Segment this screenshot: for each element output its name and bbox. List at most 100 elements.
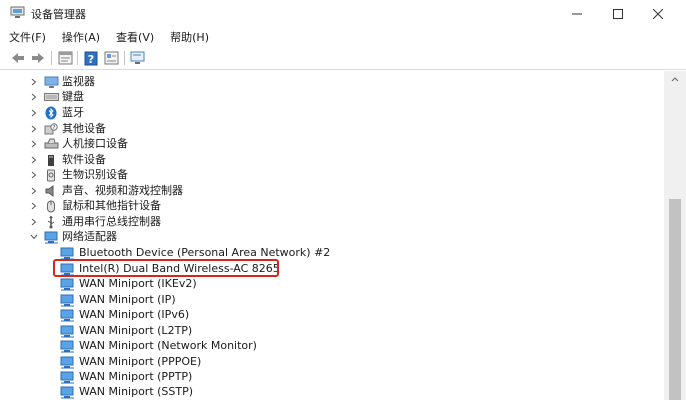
tree-item-monitors[interactable]: 监视器: [0, 74, 664, 90]
tree-item-bluetooth[interactable]: 蓝牙: [0, 105, 664, 121]
network-adapter-label: WAN Miniport (IP): [79, 293, 176, 306]
menu-help[interactable]: 帮助(H): [170, 29, 209, 45]
network-adapter-icon: [59, 262, 75, 276]
tree-item-label: 键盘: [62, 90, 84, 103]
toolbar: ?: [0, 46, 686, 70]
network-adapter-label: WAN Miniport (IPv6): [79, 308, 190, 321]
help-icon[interactable]: ?: [82, 49, 100, 67]
network-adapter-icon: [59, 277, 75, 291]
close-button[interactable]: [638, 0, 678, 27]
usb-icon: [43, 215, 59, 229]
network-adapter-label: WAN Miniport (IKEv2): [79, 277, 197, 290]
tree-item-label: 声音、视频和游戏控制器: [62, 184, 183, 197]
tree-item-biometric[interactable]: 生物识别设备: [0, 167, 664, 183]
network-adapter-label: WAN Miniport (PPPOE): [79, 355, 202, 368]
chevron-right-icon[interactable]: [29, 138, 39, 150]
tree-item-network-adapters[interactable]: 网络适配器: [0, 229, 664, 245]
chevron-right-icon[interactable]: [29, 91, 39, 103]
chevron-right-icon[interactable]: [29, 200, 39, 212]
biometric-icon: [43, 168, 59, 182]
maximize-button[interactable]: [598, 0, 638, 27]
tree-item-label: 其他设备: [62, 122, 106, 135]
network-adapter-icon: [59, 324, 75, 338]
chevron-right-icon[interactable]: [29, 216, 39, 228]
svg-text:?: ?: [88, 53, 94, 66]
network-adapter-icon: [59, 246, 75, 260]
chevron-right-icon[interactable]: [29, 123, 39, 135]
other-device-icon: ?: [43, 122, 59, 136]
network-adapter-icon: [59, 385, 75, 399]
monitor-icon: [43, 75, 59, 89]
network-adapter-item[interactable]: WAN Miniport (L2TP): [0, 323, 664, 339]
network-adapter-label: WAN Miniport (L2TP): [79, 324, 193, 337]
tree-item-label: 人机接口设备: [62, 137, 128, 150]
tree-item-usb-controllers[interactable]: 通用串行总线控制器: [0, 214, 664, 230]
network-adapter-icon: [59, 355, 75, 369]
tree-item-label: 软件设备: [62, 153, 106, 166]
network-adapter-item[interactable]: WAN Miniport (IP): [0, 292, 664, 308]
toolbar-separator: [124, 51, 125, 65]
tree-item-hid[interactable]: 人机接口设备: [0, 136, 664, 152]
hid-icon: [43, 137, 59, 151]
window-title: 设备管理器: [31, 8, 86, 21]
tree-item-mouse[interactable]: 鼠标和其他指针设备: [0, 198, 664, 214]
menu-view[interactable]: 查看(V): [116, 29, 154, 45]
network-adapter-item[interactable]: Bluetooth Device (Personal Area Network)…: [0, 245, 664, 261]
network-adapter-icon: [59, 293, 75, 307]
chevron-down-icon[interactable]: [29, 231, 39, 243]
chevron-right-icon[interactable]: [29, 76, 39, 88]
network-adapter-item-intel-wireless[interactable]: Intel(R) Dual Band Wireless-AC 8265: [0, 261, 664, 277]
scan-hardware-icon[interactable]: [129, 49, 147, 67]
tree-item-label: 鼠标和其他指针设备: [62, 199, 161, 212]
network-adapter-label: WAN Miniport (Network Monitor): [79, 339, 257, 352]
network-adapter-item[interactable]: WAN Miniport (PPTP): [0, 369, 664, 385]
tree-item-label: 蓝牙: [62, 106, 84, 119]
tree-item-label: 生物识别设备: [62, 168, 128, 181]
toolbar-separator: [51, 51, 52, 65]
tree-item-sound-video-game[interactable]: 声音、视频和游戏控制器: [0, 183, 664, 199]
tree-item-label: 网络适配器: [62, 230, 117, 243]
network-adapter-label: WAN Miniport (PPTP): [79, 370, 193, 383]
back-arrow-icon[interactable]: [9, 49, 27, 67]
tree-item-label: 通用串行总线控制器: [62, 215, 161, 228]
network-adapter-icon: [59, 308, 75, 322]
title-bar: 设备管理器: [0, 0, 686, 27]
network-adapter-item[interactable]: WAN Miniport (SSTP): [0, 384, 664, 400]
scroll-up-arrow-icon[interactable]: [664, 71, 686, 88]
toolbar-separator: [77, 51, 78, 65]
chevron-right-icon[interactable]: [29, 169, 39, 181]
speaker-icon: [43, 184, 59, 198]
scrollbar-thumb[interactable]: [669, 199, 681, 400]
tree-item-software-devices[interactable]: 软件设备: [0, 152, 664, 168]
forward-arrow-icon[interactable]: [29, 49, 47, 67]
network-adapter-item[interactable]: WAN Miniport (IKEv2): [0, 276, 664, 292]
mouse-icon: [43, 199, 59, 213]
svg-text:?: ?: [53, 125, 56, 131]
keyboard-icon: [43, 90, 59, 104]
tree-item-other-devices[interactable]: ? 其他设备: [0, 121, 664, 137]
device-manager-window: 设备管理器 文件(F) 操作(A) 查看(V) 帮助(H) ? 监视器 键盘 蓝…: [0, 0, 686, 400]
menu-bar: 文件(F) 操作(A) 查看(V) 帮助(H): [0, 27, 686, 46]
network-adapter-label: WAN Miniport (SSTP): [79, 385, 194, 398]
network-adapter-item[interactable]: WAN Miniport (PPPOE): [0, 354, 664, 370]
minimize-button[interactable]: [557, 0, 597, 27]
chevron-right-icon[interactable]: [29, 107, 39, 119]
update-driver-icon[interactable]: [102, 49, 120, 67]
bluetooth-icon: [43, 106, 59, 120]
network-adapter-icon: [59, 339, 75, 353]
network-adapter-item[interactable]: WAN Miniport (Network Monitor): [0, 338, 664, 354]
tree-item-keyboard[interactable]: 键盘: [0, 89, 664, 105]
menu-file[interactable]: 文件(F): [9, 29, 46, 45]
device-manager-app-icon: [10, 6, 25, 19]
network-adapter-label: Bluetooth Device (Personal Area Network)…: [79, 246, 331, 259]
chevron-right-icon[interactable]: [29, 185, 39, 197]
network-adapter-icon: [43, 230, 59, 244]
device-tree: 监视器 键盘 蓝牙 ? 其他设备 人机接口设备 软件设备 生物识别设备 声音、视…: [0, 71, 664, 400]
network-adapter-icon: [59, 370, 75, 384]
properties-icon[interactable]: [56, 49, 74, 67]
tree-item-label: 监视器: [62, 75, 95, 88]
menu-action[interactable]: 操作(A): [62, 29, 100, 45]
network-adapter-item[interactable]: WAN Miniport (IPv6): [0, 307, 664, 323]
vertical-scrollbar[interactable]: [664, 71, 686, 400]
chevron-right-icon[interactable]: [29, 154, 39, 166]
